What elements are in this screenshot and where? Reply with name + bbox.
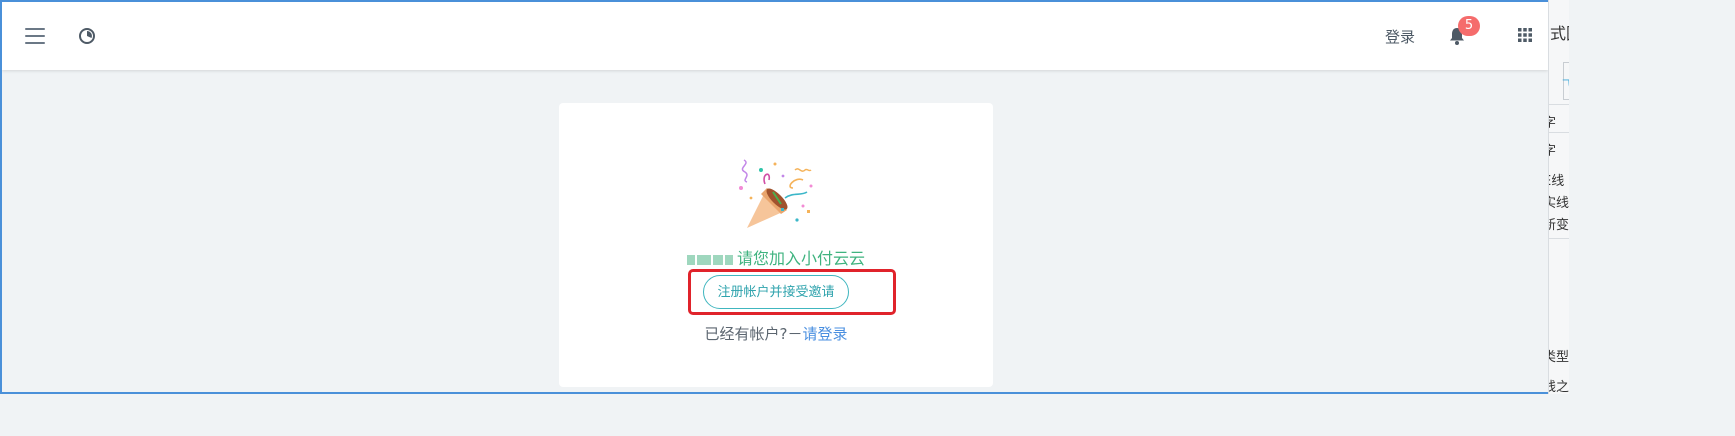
logo-icon[interactable] (78, 27, 96, 45)
side-text-1: 式图 (1550, 24, 1569, 43)
has-account-text: 已经有帐户?－ (704, 325, 803, 343)
side-text-3: 字 (1549, 112, 1556, 131)
login-link[interactable]: 登录 (1385, 26, 1415, 47)
notification-badge: 5 (1458, 16, 1480, 36)
side-text-9: 线之 (1549, 380, 1569, 394)
existing-account-prompt: 已经有帐户?－请登录 (559, 323, 993, 344)
app-window: 登录 5 请您加入小付云云 注册帐户并接受邀请 已经有帐户?－请登录 (0, 0, 1548, 394)
side-text-7: 新变 (1549, 218, 1569, 233)
side-text-2: 飞 (1562, 76, 1569, 92)
invitation-message: 请您加入小付云云 (736, 249, 865, 268)
side-text-4: 字 (1549, 140, 1556, 159)
top-navigation-bar: 登录 5 (2, 2, 1548, 70)
hamburger-menu-icon[interactable] (25, 28, 45, 44)
inviter-name-redacted (686, 250, 735, 269)
adjacent-window-edge: 式图 飞 字 字 E线 实线 新变 类型 线之 (1548, 0, 1569, 394)
party-popper-icon (739, 159, 813, 228)
grid-apps-icon[interactable] (1518, 28, 1532, 42)
invitation-card: 请您加入小付云云 注册帐户并接受邀请 已经有帐户?－请登录 (559, 103, 993, 387)
side-text-5: E线 (1549, 174, 1565, 189)
side-text-6: 实线 (1549, 196, 1569, 211)
side-text-8: 类型 (1549, 350, 1569, 365)
invitation-message-line: 请您加入小付云云 (559, 245, 993, 269)
signup-accept-invite-button[interactable]: 注册帐户并接受邀请 (703, 275, 849, 309)
login-link-card[interactable]: 请登录 (802, 325, 847, 343)
